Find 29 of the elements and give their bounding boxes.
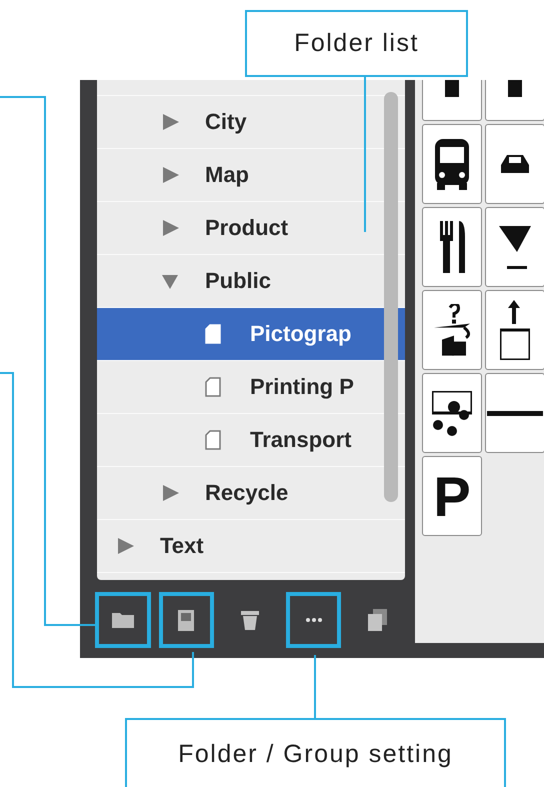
coins-and-banknote-icon <box>432 390 472 436</box>
more-button[interactable] <box>286 592 342 648</box>
document-icon <box>205 430 221 450</box>
collapsed-triangle-icon <box>115 536 135 556</box>
parking-letter: P <box>433 464 471 528</box>
glass-icon <box>499 226 531 268</box>
umbrella-and-bag-icon <box>434 304 470 356</box>
document-icon <box>205 324 221 344</box>
bus-icon <box>435 138 469 190</box>
folder-icon <box>112 612 134 628</box>
callout-label: Folder / Group setting <box>178 740 453 769</box>
document-button[interactable] <box>158 592 214 648</box>
callout-label: Folder list <box>294 29 419 58</box>
collapsed-triangle-icon <box>160 218 180 238</box>
collapsed-triangle-icon <box>160 165 180 185</box>
document-icon <box>178 610 194 630</box>
duplicate-icon <box>368 609 387 631</box>
collapsed-triangle-icon <box>160 112 180 132</box>
folder-button[interactable] <box>95 592 151 648</box>
car-icon <box>501 155 529 173</box>
folder-list-item[interactable]: Text <box>97 520 405 573</box>
document-icon <box>205 377 221 397</box>
folder-list-item[interactable]: Pictograp <box>97 308 405 361</box>
more-icon <box>306 618 322 622</box>
fork-and-knife-icon <box>440 221 464 273</box>
dash-icon <box>487 410 543 416</box>
collapsed-triangle-icon <box>160 483 180 503</box>
elevator-icon <box>500 300 530 360</box>
trash-icon <box>240 610 259 630</box>
